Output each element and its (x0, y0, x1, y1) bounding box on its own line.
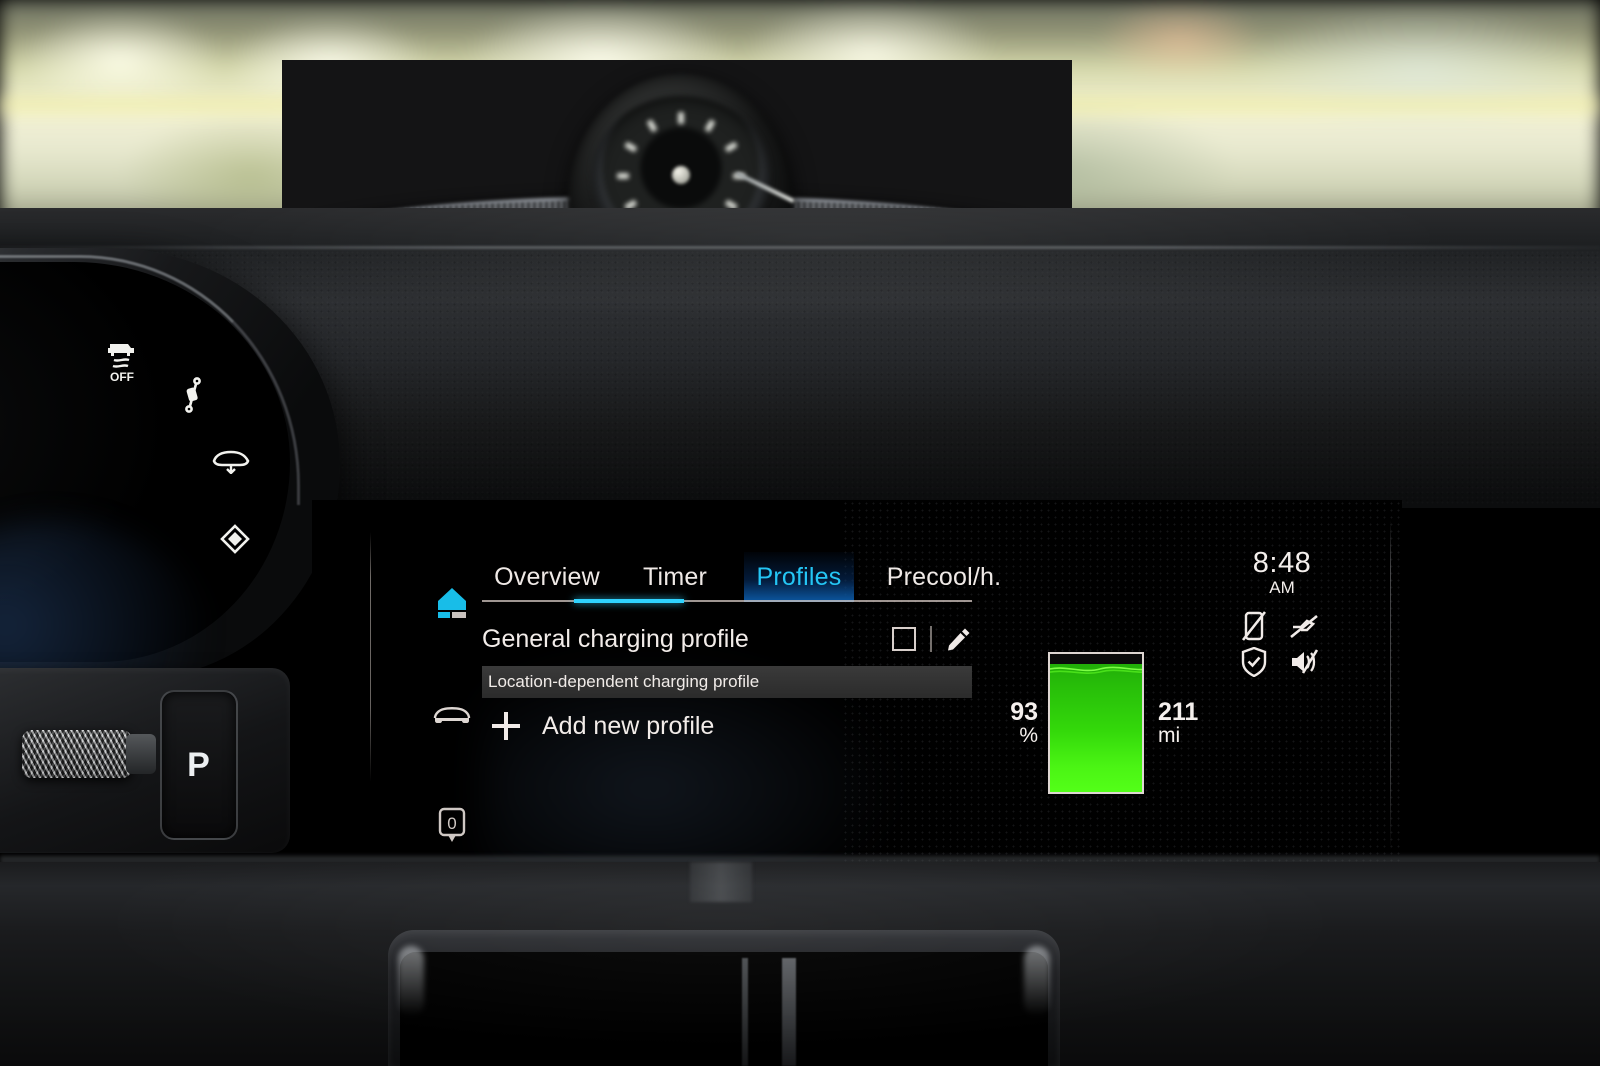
shield-check-icon (1239, 647, 1269, 677)
damper-icon (182, 376, 204, 414)
battery-range: 211 mi (1158, 700, 1228, 747)
status-column: 8:48 AM (1217, 548, 1347, 677)
location-marker-icon: 0 (438, 807, 466, 842)
lowered-suspension-icon (210, 446, 252, 474)
battery-percent: 93 % (980, 700, 1038, 747)
charging-station-icon (438, 588, 466, 618)
park-button[interactable]: P (160, 690, 238, 840)
center-display-screen[interactable]: 0 Overview Timer Profiles Precool/h. Gen… (312, 500, 1402, 870)
gear-selector-toggle[interactable] (22, 730, 156, 778)
park-button-label: P (187, 745, 211, 784)
battery-percent-value: 93 (1010, 698, 1038, 726)
battery-percent-unit: % (1019, 724, 1038, 747)
clock-time: 8:48 (1252, 547, 1312, 579)
sidebar-item-location[interactable]: 0 (420, 800, 484, 852)
console-vignette (0, 862, 1600, 1066)
svg-text:OFF: OFF (110, 370, 134, 382)
tab-timer[interactable]: Timer (630, 552, 720, 602)
tab-overview[interactable]: Overview (482, 552, 612, 602)
profile-checkbox[interactable] (892, 627, 916, 651)
scene: OFF P 0 Overview Timer Profiles Precool/… (0, 0, 1600, 1066)
sidebar-rail: 0 (420, 578, 484, 858)
add-new-profile-button[interactable]: Add new profile (482, 700, 972, 752)
tab-precool[interactable]: Precool/h. (874, 552, 1014, 602)
battery-liquid-surface (1050, 666, 1142, 674)
add-new-profile-label: Add new profile (542, 711, 715, 740)
tab-active-indicator (574, 599, 684, 603)
svg-text:0: 0 (447, 814, 456, 833)
battery-fill (1048, 652, 1144, 794)
key-disconnected-icon (1289, 611, 1319, 641)
sidebar-item-vehicle[interactable] (420, 688, 484, 740)
general-profile-actions (892, 626, 972, 652)
tab-bar: Overview Timer Profiles Precool/h. (482, 552, 1001, 602)
phone-off-icon (1239, 611, 1269, 641)
plus-icon (492, 712, 520, 740)
battery-range-value: 211 (1158, 698, 1199, 726)
chronograph-hub (672, 166, 690, 184)
sport-mode-icon (220, 524, 250, 554)
screen-right-divider (1390, 520, 1391, 850)
battery-gauge: 93 % 211 mi (1010, 652, 1198, 794)
screen-left-divider (370, 532, 371, 782)
section-header-label: Location-dependent charging profile (488, 672, 760, 691)
vehicle-icon (433, 707, 471, 723)
volume-muted-icon (1289, 647, 1319, 677)
sidebar-item-charging[interactable] (420, 578, 484, 630)
status-icon-group (1217, 611, 1347, 677)
clock-meridiem: AM (1269, 578, 1295, 597)
pencil-edit-icon[interactable] (946, 626, 972, 652)
list-item-general-profile[interactable]: General charging profile (482, 612, 972, 666)
tab-bar-rule (482, 600, 972, 602)
general-profile-label: General charging profile (482, 624, 749, 653)
section-header-location-profile: Location-dependent charging profile (482, 666, 972, 698)
clock: 8:48 AM (1217, 548, 1347, 597)
battery-range-unit: mi (1158, 724, 1181, 747)
action-divider (930, 626, 932, 652)
psm-off-icon: OFF (104, 338, 140, 382)
tab-profiles[interactable]: Profiles (744, 552, 854, 602)
dashboard-seam (0, 246, 1600, 249)
